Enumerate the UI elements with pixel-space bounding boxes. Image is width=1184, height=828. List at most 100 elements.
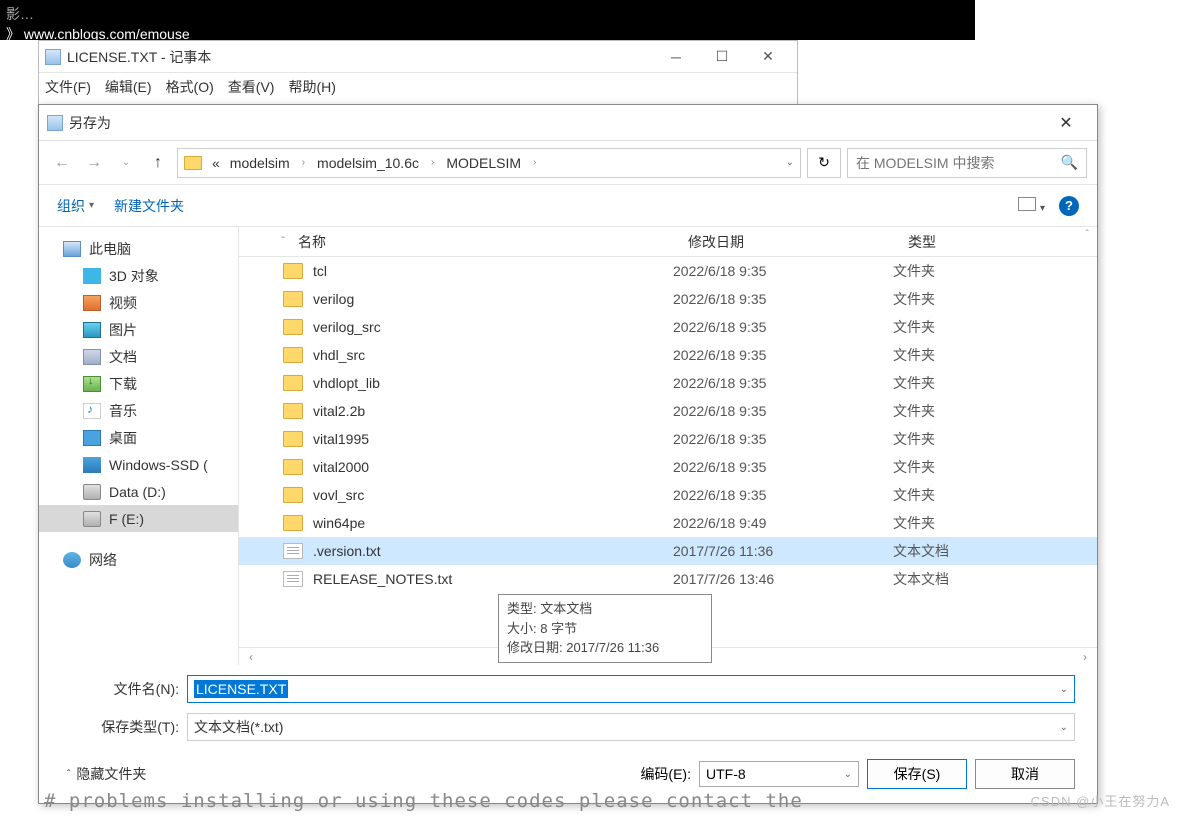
tree-item[interactable]: 桌面 xyxy=(39,424,238,451)
column-headers: ˆ 名称 修改日期 类型 ˆ xyxy=(239,227,1097,257)
file-type: 文件夹 xyxy=(893,261,1097,281)
tree-item[interactable]: 网络 xyxy=(39,546,238,573)
column-type[interactable]: 类型 xyxy=(908,232,1097,252)
tree-item-icon xyxy=(83,295,101,311)
file-date: 2022/6/18 9:35 xyxy=(673,291,893,307)
tree-item-label: 音乐 xyxy=(109,401,137,421)
folder-icon xyxy=(283,431,303,447)
folder-icon xyxy=(283,263,303,279)
filetype-combo[interactable]: 文本文档(*.txt) ⌄ xyxy=(187,713,1075,741)
tree-item[interactable]: 图片 xyxy=(39,316,238,343)
file-row[interactable]: RELEASE_NOTES.txt2017/7/26 13:46文本文档 xyxy=(239,565,1097,593)
file-row[interactable]: vovl_src2022/6/18 9:35文件夹 xyxy=(239,481,1097,509)
file-type: 文件夹 xyxy=(893,345,1097,365)
column-name[interactable]: 名称 xyxy=(298,232,688,252)
breadcrumb-item[interactable]: MODELSIM xyxy=(446,155,521,171)
watermark: CSDN @小王在努力A xyxy=(1031,791,1170,810)
scroll-right-icon[interactable]: › xyxy=(1077,650,1093,664)
breadcrumb-item[interactable]: modelsim_10.6c xyxy=(317,155,419,171)
organize-button[interactable]: 组织 ▾ xyxy=(57,196,94,216)
refresh-button[interactable]: ↻ xyxy=(807,148,841,178)
search-box[interactable]: 🔍 xyxy=(847,148,1087,178)
search-icon[interactable]: 🔍 xyxy=(1061,154,1078,171)
file-row[interactable]: vital2.2b2022/6/18 9:35文件夹 xyxy=(239,397,1097,425)
hide-folders-toggle[interactable]: ˆ 隐藏文件夹 xyxy=(67,764,146,784)
file-name: vhdlopt_lib xyxy=(313,375,673,391)
file-name: verilog xyxy=(313,291,673,307)
tree-item[interactable]: 3D 对象 xyxy=(39,262,238,289)
file-icon xyxy=(283,571,303,587)
menu-edit[interactable]: 编辑(E) xyxy=(105,77,152,97)
folder-icon xyxy=(283,291,303,307)
column-date[interactable]: 修改日期 xyxy=(688,232,908,252)
file-row[interactable]: vital19952022/6/18 9:35文件夹 xyxy=(239,425,1097,453)
menu-format[interactable]: 格式(O) xyxy=(166,77,214,97)
scroll-up-icon[interactable]: ˆ xyxy=(1079,229,1095,240)
scroll-left-icon[interactable]: ‹ xyxy=(243,650,259,664)
tree-item[interactable]: Windows-SSD ( xyxy=(39,451,238,478)
file-name: win64pe xyxy=(313,515,673,531)
back-button[interactable]: ← xyxy=(49,150,75,176)
address-dropdown-icon[interactable]: ⌄ xyxy=(786,157,794,168)
breadcrumb-prefix: « xyxy=(212,155,220,171)
search-input[interactable] xyxy=(856,155,1057,171)
tree-item-icon xyxy=(83,430,101,446)
menu-help[interactable]: 帮助(H) xyxy=(288,77,335,97)
tree-item[interactable]: 此电脑 xyxy=(39,235,238,262)
tree-item[interactable]: 下载 xyxy=(39,370,238,397)
view-button[interactable]: ▾ xyxy=(1018,197,1045,214)
tree-item[interactable]: 视频 xyxy=(39,289,238,316)
tree-item-icon xyxy=(83,349,101,365)
notepad-titlebar[interactable]: LICENSE.TXT - 记事本 ─ ☐ ✕ xyxy=(39,41,797,73)
cancel-button[interactable]: 取消 xyxy=(975,759,1075,789)
notepad-window: LICENSE.TXT - 记事本 ─ ☐ ✕ 文件(F) 编辑(E) 格式(O… xyxy=(38,40,798,110)
chevron-down-icon[interactable]: ⌄ xyxy=(1060,722,1068,733)
chevron-down-icon[interactable]: ⌄ xyxy=(844,769,852,780)
file-name: verilog_src xyxy=(313,319,673,335)
file-row[interactable]: vital20002022/6/18 9:35文件夹 xyxy=(239,453,1097,481)
tree-item-icon xyxy=(83,511,101,527)
filename-label: 文件名(N): xyxy=(99,679,187,699)
file-list[interactable]: tcl2022/6/18 9:35文件夹verilog2022/6/18 9:3… xyxy=(239,257,1097,647)
close-icon[interactable]: ✕ xyxy=(1043,108,1089,138)
file-row[interactable]: tcl2022/6/18 9:35文件夹 xyxy=(239,257,1097,285)
folder-icon xyxy=(283,515,303,531)
recent-dropdown[interactable]: ⌄ xyxy=(113,150,139,176)
address-bar[interactable]: « modelsim › modelsim_10.6c › MODELSIM ›… xyxy=(177,148,801,178)
tree-item-label: 文档 xyxy=(109,347,137,367)
file-row[interactable]: .version.txt2017/7/26 11:36文本文档 xyxy=(239,537,1097,565)
tree-item-icon xyxy=(83,322,101,338)
file-date: 2022/6/18 9:35 xyxy=(673,263,893,279)
encoding-combo[interactable]: UTF-8 ⌄ xyxy=(699,761,859,787)
file-row[interactable]: vhdl_src2022/6/18 9:35文件夹 xyxy=(239,341,1097,369)
file-row[interactable]: verilog_src2022/6/18 9:35文件夹 xyxy=(239,313,1097,341)
tree-item-label: 桌面 xyxy=(109,428,137,448)
tree-item[interactable]: 音乐 xyxy=(39,397,238,424)
tree-item[interactable]: Data (D:) xyxy=(39,478,238,505)
tree-item[interactable]: F (E:) xyxy=(39,505,238,532)
breadcrumb-item[interactable]: modelsim xyxy=(230,155,290,171)
tree-item-icon xyxy=(63,241,81,257)
filename-input[interactable]: LICENSE.TXT ⌄ xyxy=(187,675,1075,703)
save-button[interactable]: 保存(S) xyxy=(867,759,967,789)
help-button[interactable]: ? xyxy=(1059,196,1079,216)
forward-button[interactable]: → xyxy=(81,150,107,176)
file-date: 2022/6/18 9:35 xyxy=(673,375,893,391)
menu-view[interactable]: 查看(V) xyxy=(228,77,275,97)
dialog-titlebar[interactable]: 另存为 ✕ xyxy=(39,105,1097,141)
maximize-button[interactable]: ☐ xyxy=(699,42,745,72)
tree-item-label: 下载 xyxy=(109,374,137,394)
minimize-button[interactable]: ─ xyxy=(653,42,699,72)
nav-tree[interactable]: 此电脑3D 对象视频图片文档下载音乐桌面 Windows-SSD (Data (D… xyxy=(39,227,239,665)
new-folder-button[interactable]: 新建文件夹 xyxy=(114,196,184,216)
file-row[interactable]: verilog2022/6/18 9:35文件夹 xyxy=(239,285,1097,313)
chevron-down-icon[interactable]: ⌄ xyxy=(1060,684,1068,695)
close-button[interactable]: ✕ xyxy=(745,42,791,72)
menu-file[interactable]: 文件(F) xyxy=(45,77,91,97)
up-button[interactable]: ↑ xyxy=(145,150,171,176)
file-type: 文件夹 xyxy=(893,373,1097,393)
tree-item[interactable]: 文档 xyxy=(39,343,238,370)
file-row[interactable]: win64pe2022/6/18 9:49文件夹 xyxy=(239,509,1097,537)
file-row[interactable]: vhdlopt_lib2022/6/18 9:35文件夹 xyxy=(239,369,1097,397)
file-type: 文件夹 xyxy=(893,485,1097,505)
